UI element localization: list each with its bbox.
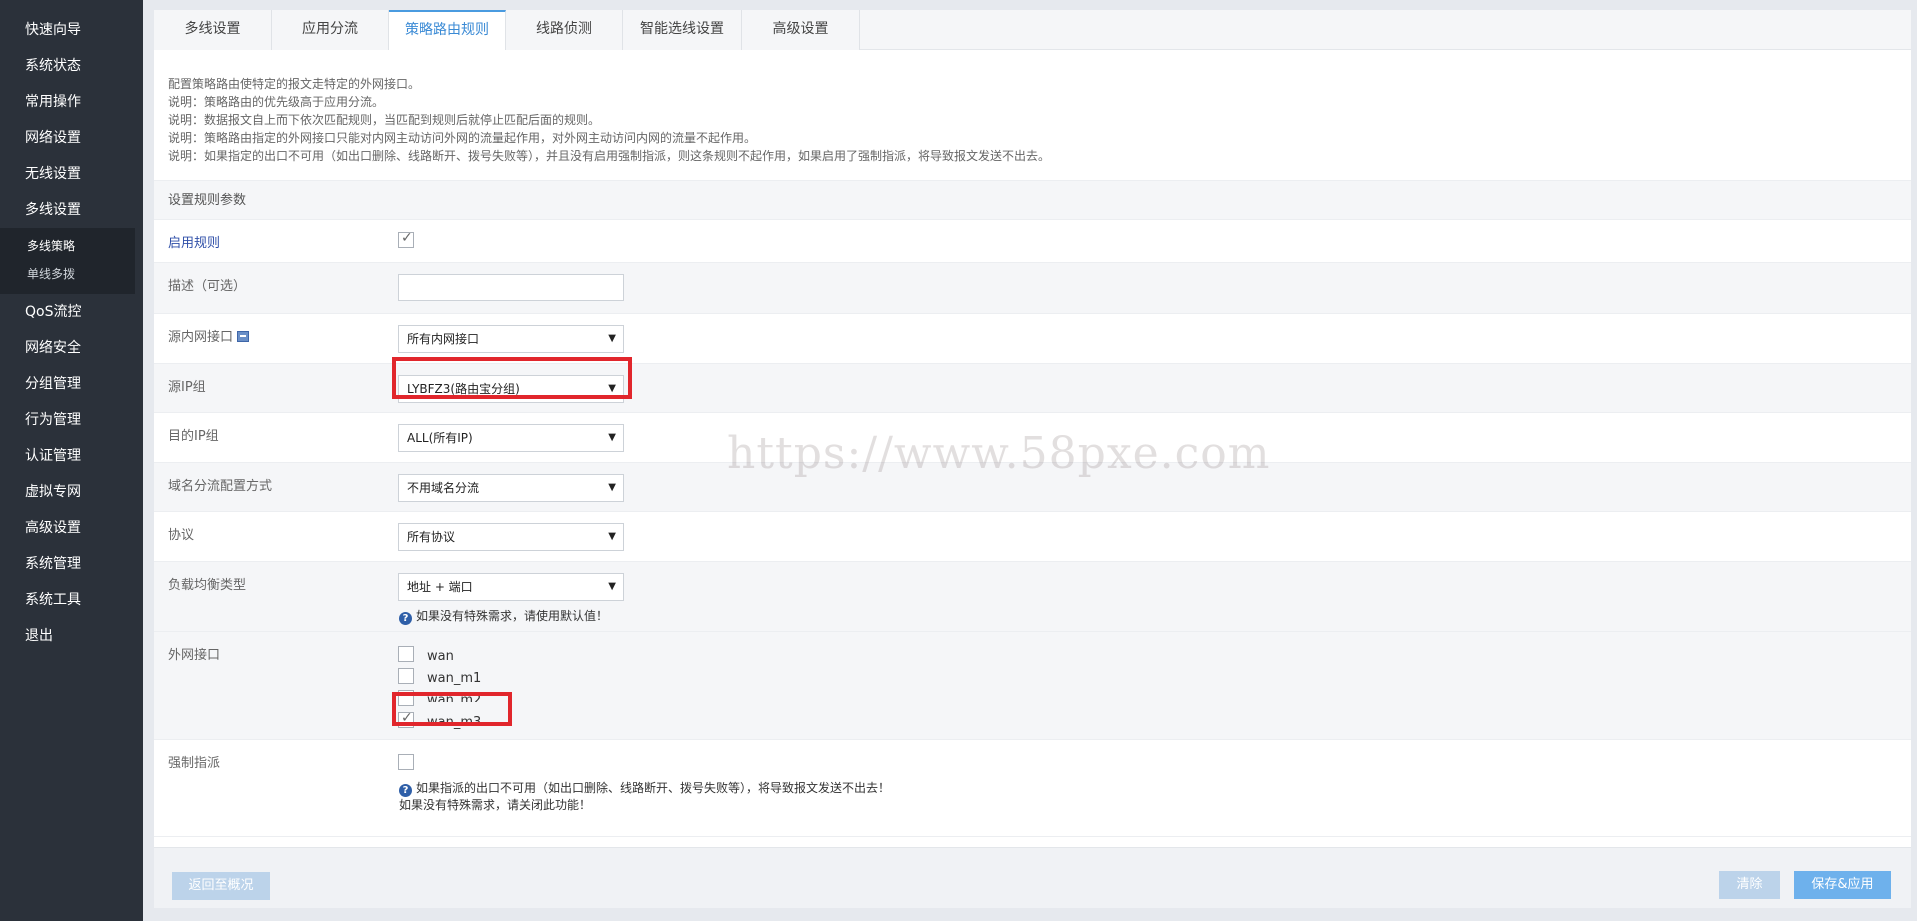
nav-advanced-settings[interactable]: 高级设置 xyxy=(0,510,143,546)
src-iface-select[interactable]: 所有内网接口 ▼ xyxy=(398,325,624,353)
enable-rule-label: 启用规则 xyxy=(168,236,221,251)
nav-qos[interactable]: QoS流控 xyxy=(0,294,143,330)
back-to-overview-button[interactable]: 返回至概况 xyxy=(172,872,270,900)
src-iface-label-text: 源内网接口 xyxy=(168,330,234,345)
tab-app-split[interactable]: 应用分流 xyxy=(272,10,389,50)
save-apply-button[interactable]: 保存&应用 xyxy=(1794,871,1891,899)
desc-line: 说明：策略路由指定的外网接口只能对内网主动访问外网的流量起作用，对外网主动访问内… xyxy=(168,131,757,145)
nav-vpn[interactable]: 虚拟专网 xyxy=(0,474,143,510)
domain-split-select[interactable]: 不用域名分流 ▼ xyxy=(398,474,624,502)
description-label: 描述（可选） xyxy=(168,279,247,294)
sub-single-line-multidial[interactable]: 单线多拨 xyxy=(0,260,135,288)
tab-policy-routing[interactable]: 策略路由规则 xyxy=(389,10,506,50)
chevron-down-icon: ▼ xyxy=(608,581,616,592)
tab-smart-line-select[interactable]: 智能选线设置 xyxy=(623,10,742,50)
sidebar: 快速向导 系统状态 常用操作 网络设置 无线设置 多线设置 多线策略 单线多拨 … xyxy=(0,0,143,921)
wan-checkbox[interactable] xyxy=(398,646,414,662)
protocol-value: 所有协议 xyxy=(407,530,456,544)
highlight-wan-m3 xyxy=(392,692,512,726)
force-assign-hint: ? 如果指派的出口不可用（如出口删除、线路断开、拨号失败等），将导致报文发送不出去… xyxy=(399,779,890,797)
load-balance-value: 地址 + 端口 xyxy=(407,580,473,594)
nav-system-status[interactable]: 系统状态 xyxy=(0,48,143,84)
desc-line: 说明：数据报文自上而下依次匹配规则，当匹配到规则后就停止匹配后面的规则。 xyxy=(168,113,601,127)
nav-logout[interactable]: 退出 xyxy=(0,618,143,654)
force-assign-hint-text: 如果指派的出口不可用（如出口删除、线路断开、拨号失败等），将导致报文发送不出去！ xyxy=(416,781,891,795)
domain-split-value: 不用域名分流 xyxy=(407,481,480,495)
load-balance-hint: ? 如果没有特殊需求，请使用默认值！ xyxy=(399,607,608,625)
force-assign-hint-2: 如果没有特殊需求，请关闭此功能！ xyxy=(399,798,592,812)
row-force-assign: 强制指派 ? 如果指派的出口不可用（如出口删除、线路断开、拨号失败等），将导致报文… xyxy=(154,740,1911,837)
tab-line-detect[interactable]: 线路侦测 xyxy=(506,10,623,50)
nav-auth-management[interactable]: 认证管理 xyxy=(0,438,143,474)
wan-m1-option-label: wan_m1 xyxy=(427,671,482,686)
desc-line: 说明：如果指定的出口不可用（如出口删除、线路断开、拨号失败等），并且没有启用强制… xyxy=(168,149,1051,163)
chevron-down-icon: ▼ xyxy=(608,531,616,542)
chevron-down-icon: ▼ xyxy=(608,482,616,493)
src-iface-label: 源内网接口 xyxy=(168,326,250,345)
protocol-label: 协议 xyxy=(168,528,195,543)
footer-bar: 返回至概况 清除 保存&应用 xyxy=(154,847,1911,908)
nav-network-security[interactable]: 网络安全 xyxy=(0,330,143,366)
load-balance-select[interactable]: 地址 + 端口 ▼ xyxy=(398,573,624,601)
nav-behavior-management[interactable]: 行为管理 xyxy=(0,402,143,438)
help-icon: ? xyxy=(399,612,412,625)
load-balance-label: 负载均衡类型 xyxy=(168,578,247,593)
section-title: 设置规则参数 xyxy=(154,180,1911,220)
dst-ip-label: 目的IP组 xyxy=(168,429,219,444)
nav-multiline-settings[interactable]: 多线设置 xyxy=(0,192,143,228)
nav-quick-guide[interactable]: 快速向导 xyxy=(0,12,143,48)
description-input[interactable] xyxy=(398,274,624,301)
domain-split-label: 域名分流配置方式 xyxy=(168,479,273,494)
row-description: 描述（可选） xyxy=(154,263,1911,314)
nav-system-management[interactable]: 系统管理 xyxy=(0,546,143,582)
multiline-submenu: 多线策略 单线多拨 xyxy=(0,228,135,294)
protocol-select[interactable]: 所有协议 ▼ xyxy=(398,523,624,551)
dst-ip-select[interactable]: ALL(所有IP) ▼ xyxy=(398,424,624,452)
src-iface-value: 所有内网接口 xyxy=(407,332,480,346)
highlight-src-ip xyxy=(392,357,632,399)
check-icon: ✓ xyxy=(401,230,413,246)
wan-iface-label: 外网接口 xyxy=(168,648,221,663)
nav-common-ops[interactable]: 常用操作 xyxy=(0,84,143,120)
chevron-down-icon: ▼ xyxy=(608,432,616,443)
wan-option-label: wan xyxy=(427,649,454,664)
sub-multiline-policy[interactable]: 多线策略 xyxy=(0,232,135,260)
nav-network-settings[interactable]: 网络设置 xyxy=(0,120,143,156)
dst-ip-value: ALL(所有IP) xyxy=(407,431,473,445)
tab-bar: 多线设置 应用分流 策略路由规则 线路侦测 智能选线设置 高级设置 xyxy=(154,10,1911,50)
load-balance-hint-text: 如果没有特殊需求，请使用默认值！ xyxy=(416,609,609,623)
nav-group-management[interactable]: 分组管理 xyxy=(0,366,143,402)
tab-advanced[interactable]: 高级设置 xyxy=(742,10,860,50)
desc-line: 配置策略路由使特定的报文走特定的外网接口。 xyxy=(168,77,421,91)
nav-system-tools[interactable]: 系统工具 xyxy=(0,582,143,618)
nav-wireless-settings[interactable]: 无线设置 xyxy=(0,156,143,192)
tab-multiline-settings[interactable]: 多线设置 xyxy=(154,10,272,50)
row-enable-rule: 启用规则 ✓ xyxy=(154,220,1911,263)
enable-rule-checkbox[interactable]: ✓ xyxy=(398,230,414,248)
description-box: 配置策略路由使特定的报文走特定的外网接口。 说明：策略路由的优先级高于应用分流。… xyxy=(154,61,1911,171)
clear-button[interactable]: 清除 xyxy=(1719,871,1780,899)
watermark: https://www.58pxe.com xyxy=(727,428,1271,479)
row-protocol: 协议 所有协议 ▼ xyxy=(154,512,1911,562)
info-icon[interactable] xyxy=(237,331,250,342)
row-load-balance: 负载均衡类型 地址 + 端口 ▼ ? 如果没有特殊需求，请使用默认值！ xyxy=(154,562,1911,632)
desc-line: 说明：策略路由的优先级高于应用分流。 xyxy=(168,95,385,109)
chevron-down-icon: ▼ xyxy=(608,333,616,344)
force-assign-label: 强制指派 xyxy=(168,756,221,771)
wan-m1-checkbox[interactable] xyxy=(398,668,414,684)
force-assign-checkbox[interactable] xyxy=(398,754,414,770)
src-ip-label: 源IP组 xyxy=(168,380,206,395)
